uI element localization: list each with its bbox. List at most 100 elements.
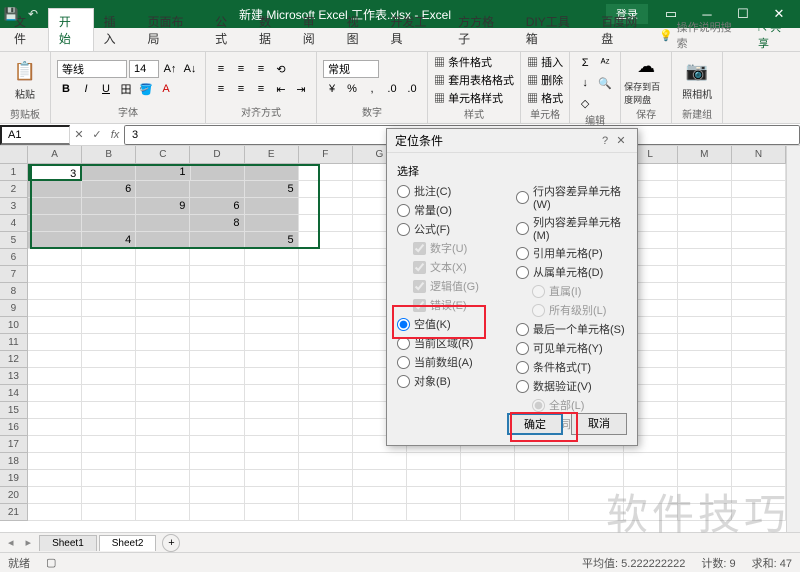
dialog-option[interactable]: 对象(B) <box>397 373 508 389</box>
cell[interactable] <box>245 419 299 436</box>
cell[interactable] <box>190 266 244 283</box>
cell[interactable] <box>678 232 732 249</box>
align-right-icon[interactable]: ≡ <box>252 80 270 98</box>
cell[interactable] <box>299 215 353 232</box>
cell[interactable] <box>299 487 353 504</box>
format-cells-button[interactable]: ▦ 格式 <box>527 90 563 106</box>
orientation-icon[interactable]: ⟲ <box>272 60 290 78</box>
border-icon[interactable]: 田 <box>117 80 135 98</box>
ribbon-tab[interactable]: DIY工具箱 <box>516 9 592 51</box>
cell[interactable] <box>82 300 136 317</box>
col-header[interactable]: M <box>678 146 732 163</box>
ribbon-tab[interactable]: 审阅 <box>293 9 337 51</box>
row-header[interactable]: 10 <box>0 317 28 334</box>
find-icon[interactable]: 🔍 <box>596 74 614 92</box>
cell[interactable] <box>82 249 136 266</box>
select-all-corner[interactable] <box>0 146 28 163</box>
cell[interactable] <box>678 334 732 351</box>
cell[interactable] <box>299 470 353 487</box>
cell[interactable] <box>190 181 244 198</box>
col-header[interactable]: C <box>136 146 190 163</box>
cell[interactable] <box>136 419 190 436</box>
cell[interactable]: 5 <box>245 232 299 249</box>
cell[interactable]: 9 <box>136 198 190 215</box>
cell[interactable] <box>245 351 299 368</box>
cell[interactable] <box>678 436 732 453</box>
cell[interactable] <box>245 164 299 181</box>
bold-icon[interactable]: B <box>57 80 75 98</box>
cell[interactable] <box>353 487 407 504</box>
cell[interactable] <box>245 300 299 317</box>
cell[interactable] <box>299 249 353 266</box>
dialog-option[interactable]: 常量(O) <box>397 202 508 218</box>
ribbon-tab[interactable]: 百度网盘 <box>591 9 659 51</box>
row-header[interactable]: 20 <box>0 487 28 504</box>
cell[interactable] <box>190 317 244 334</box>
cell[interactable] <box>82 351 136 368</box>
cell[interactable] <box>245 249 299 266</box>
row-header[interactable]: 14 <box>0 385 28 402</box>
cell[interactable] <box>353 453 407 470</box>
cell[interactable] <box>678 402 732 419</box>
sort-icon[interactable]: ᴬᶻ <box>596 54 614 72</box>
cell[interactable] <box>569 453 623 470</box>
cell[interactable] <box>678 351 732 368</box>
cell[interactable] <box>461 470 515 487</box>
cell[interactable] <box>299 351 353 368</box>
align-mid-icon[interactable]: ≡ <box>232 60 250 78</box>
cell[interactable] <box>28 215 82 232</box>
cell[interactable] <box>190 232 244 249</box>
ribbon-tab[interactable]: 数据 <box>249 9 293 51</box>
cell[interactable] <box>732 453 786 470</box>
dialog-option[interactable]: 数据验证(V) <box>516 378 627 394</box>
cell[interactable] <box>678 419 732 436</box>
underline-icon[interactable]: U <box>97 80 115 98</box>
cell[interactable] <box>461 504 515 521</box>
cell[interactable] <box>299 419 353 436</box>
cell[interactable] <box>136 249 190 266</box>
cancel-formula-icon[interactable]: ✕ <box>70 128 88 141</box>
cell[interactable] <box>515 453 569 470</box>
cell[interactable] <box>732 164 786 181</box>
cell[interactable] <box>299 334 353 351</box>
cell[interactable] <box>732 385 786 402</box>
cell[interactable] <box>28 385 82 402</box>
cell[interactable] <box>28 436 82 453</box>
dialog-option[interactable]: 引用单元格(P) <box>516 245 627 261</box>
cell[interactable] <box>515 487 569 504</box>
cell[interactable] <box>732 232 786 249</box>
cell[interactable] <box>245 266 299 283</box>
cell[interactable] <box>136 402 190 419</box>
cell[interactable] <box>515 504 569 521</box>
increase-font-icon[interactable]: A↑ <box>161 60 179 78</box>
col-header[interactable]: N <box>732 146 786 163</box>
dialog-close-icon[interactable]: ✕ <box>613 134 629 147</box>
cell[interactable] <box>28 402 82 419</box>
camera-button[interactable]: 📷 照相机 <box>678 54 716 106</box>
cell[interactable] <box>136 317 190 334</box>
col-header[interactable]: D <box>190 146 244 163</box>
row-header[interactable]: 13 <box>0 368 28 385</box>
cell[interactable] <box>245 487 299 504</box>
redo-icon[interactable]: ↷ <box>48 7 62 21</box>
cell[interactable] <box>82 402 136 419</box>
cell[interactable] <box>732 198 786 215</box>
cell[interactable] <box>82 419 136 436</box>
cell[interactable] <box>299 300 353 317</box>
cell[interactable] <box>28 368 82 385</box>
percent-icon[interactable]: % <box>343 80 361 98</box>
ribbon-tab[interactable]: 开发工具 <box>380 9 448 51</box>
cell[interactable] <box>190 436 244 453</box>
cell[interactable]: 5 <box>245 181 299 198</box>
cell[interactable]: 6 <box>190 198 244 215</box>
cell[interactable] <box>190 351 244 368</box>
ribbon-tab[interactable]: 方方格子 <box>448 9 516 51</box>
dialog-option[interactable]: 公式(F) <box>397 221 508 237</box>
cell[interactable] <box>28 266 82 283</box>
indent-inc-icon[interactable]: ⇥ <box>292 80 310 98</box>
cell[interactable]: 1 <box>136 164 190 181</box>
cell[interactable] <box>678 266 732 283</box>
font-name-combo[interactable]: 等线 <box>57 60 127 78</box>
cell[interactable] <box>28 181 82 198</box>
row-header[interactable]: 18 <box>0 453 28 470</box>
